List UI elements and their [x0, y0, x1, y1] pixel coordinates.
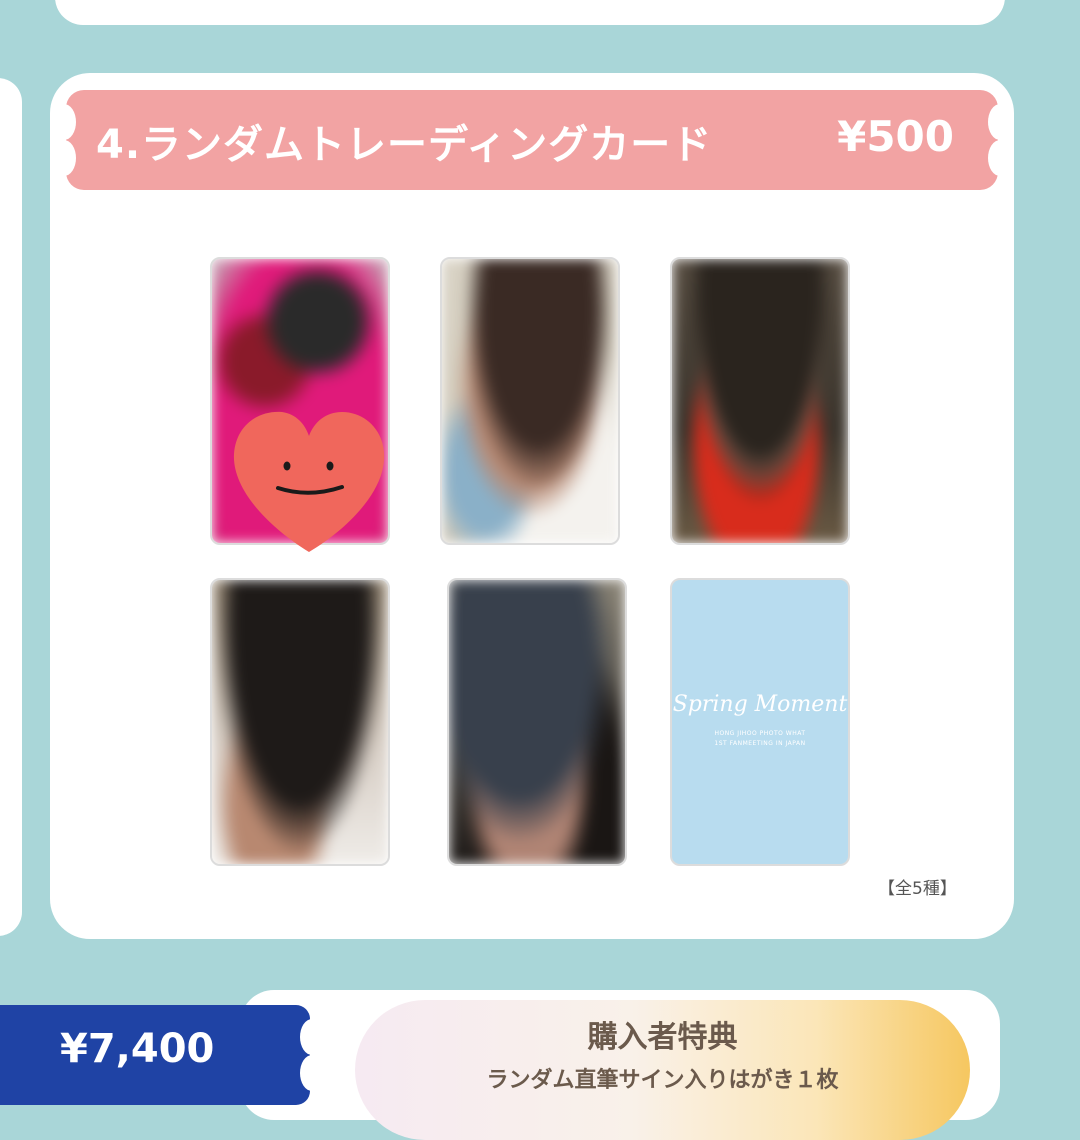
trading-card-2	[440, 257, 620, 545]
trading-card-back: Spring Moment HONG JIHOO PHOTO WHAT 1ST …	[670, 578, 850, 866]
product-price: ¥500	[837, 112, 954, 161]
card-back-subtitle-2: 1ST FANMEETING IN JAPAN	[714, 740, 806, 747]
card-back-title: Spring Moment	[672, 692, 848, 717]
trading-card-4	[210, 578, 390, 866]
card-back-subtitle-1: HONG JIHOO PHOTO WHAT	[714, 730, 806, 737]
product-title: 4.ランダムトレーディングカード	[96, 122, 713, 168]
smiling-heart-sticker-icon	[233, 411, 385, 552]
previous-section-panel	[55, 0, 1005, 25]
bundle-price: ¥7,400	[60, 1026, 215, 1072]
trading-card-5	[447, 578, 627, 866]
purchase-bonus-description: ランダム直筆サイン入りはがき１枚	[486, 1068, 839, 1093]
purchase-bonus-title: 購入者特典	[587, 1020, 738, 1055]
adjacent-section-panel	[0, 78, 22, 936]
variety-count-label: 【全5種】	[878, 879, 957, 899]
trading-card-3	[670, 257, 850, 545]
